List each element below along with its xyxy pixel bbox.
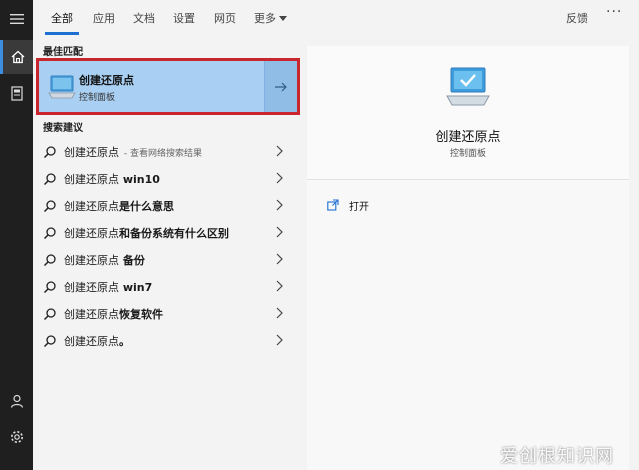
- details-header: 创建还原点 控制面板: [307, 46, 629, 180]
- tab-settings[interactable]: 设置: [173, 10, 195, 26]
- home-icon[interactable]: [0, 40, 33, 74]
- suggestion-item[interactable]: 创建还原点 win7: [33, 273, 301, 300]
- tab-all[interactable]: 全部: [51, 10, 73, 26]
- chevron-right-icon: [276, 280, 283, 292]
- suggestion-query: 创建还原点: [64, 254, 119, 267]
- open-action[interactable]: 打开: [327, 196, 527, 216]
- best-match-subtitle: 控制面板: [79, 93, 116, 103]
- suggestion-text: 创建还原点恢复软件: [64, 306, 163, 322]
- suggestion-query: 创建还原点: [64, 281, 119, 294]
- search-icon: [43, 254, 56, 267]
- details-subtitle: 控制面板: [449, 149, 486, 159]
- suggestion-item[interactable]: 创建还原点 win10: [33, 165, 301, 192]
- system-restore-icon: [446, 67, 490, 106]
- chevron-right-icon: [276, 145, 283, 157]
- user-icon[interactable]: [0, 384, 33, 418]
- best-match-result[interactable]: 创建还原点 控制面板: [36, 58, 300, 115]
- best-match-title: 创建还原点: [79, 74, 134, 87]
- suggestion-text: 创建还原点。: [64, 333, 130, 349]
- suggestion-completion: 。: [119, 335, 130, 348]
- tab-more[interactable]: 更多: [254, 10, 287, 26]
- suggestion-completion: 是什么意思: [119, 200, 174, 213]
- caret-down-icon: [279, 16, 287, 21]
- filter-tabs: 全部 应用 文档 设置 网页 更多 反馈 ···: [33, 0, 639, 36]
- tab-apps[interactable]: 应用: [93, 10, 115, 26]
- suggestion-web-hint: - 查看网络搜索结果: [121, 149, 202, 159]
- open-icon: [327, 199, 339, 211]
- best-match-heading: 最佳匹配: [43, 47, 83, 58]
- suggestion-completion: win10: [119, 173, 160, 186]
- chevron-right-icon: [276, 307, 283, 319]
- suggestion-item[interactable]: 创建还原点。: [33, 327, 301, 354]
- document-icon[interactable]: [0, 76, 33, 110]
- chevron-right-icon: [276, 226, 283, 238]
- suggestion-query: 创建还原点: [64, 227, 119, 240]
- search-panel: 全部 应用 文档 设置 网页 更多 反馈 ··· 最佳匹配 创建还原点 控制面板: [33, 0, 639, 470]
- suggestion-query: 创建还原点: [64, 335, 119, 348]
- open-action-label: 打开: [349, 202, 369, 213]
- search-icon: [43, 308, 56, 321]
- feedback-link[interactable]: 反馈: [566, 10, 588, 26]
- chevron-right-icon: [276, 199, 283, 211]
- suggestion-completion: 恢复软件: [119, 308, 163, 321]
- suggestion-item[interactable]: 创建还原点 - 查看网络搜索结果: [33, 138, 301, 165]
- suggestion-query: 创建还原点: [64, 146, 119, 159]
- suggestion-completion: 和备份系统有什么区别: [119, 227, 229, 240]
- suggestion-completion: 备份: [119, 254, 145, 267]
- suggestion-text: 创建还原点 备份: [64, 252, 145, 268]
- suggestion-item[interactable]: 创建还原点恢复软件: [33, 300, 301, 327]
- search-icon: [43, 335, 56, 348]
- active-tab-indicator: [45, 32, 79, 35]
- suggestion-query: 创建还原点: [64, 200, 119, 213]
- suggestion-item[interactable]: 创建还原点和备份系统有什么区别: [33, 219, 301, 246]
- suggestion-text: 创建还原点 win7: [64, 279, 152, 295]
- details-title: 创建还原点: [435, 130, 501, 145]
- watermark: 爱创根知识网: [500, 446, 614, 467]
- search-icon: [43, 281, 56, 294]
- tab-documents[interactable]: 文档: [133, 10, 155, 26]
- more-options-icon[interactable]: ···: [606, 4, 622, 20]
- best-match-body[interactable]: 创建还原点 控制面板: [39, 61, 264, 112]
- search-icon: [43, 173, 56, 186]
- suggestion-text: 创建还原点 win10: [64, 171, 160, 187]
- suggestion-query: 创建还原点: [64, 173, 119, 186]
- suggestion-text: 创建还原点和备份系统有什么区别: [64, 225, 229, 241]
- suggestion-item[interactable]: 创建还原点是什么意思: [33, 192, 301, 219]
- search-icon: [43, 227, 56, 240]
- suggestions-heading: 搜索建议: [43, 123, 83, 134]
- chevron-right-icon: [276, 334, 283, 346]
- search-icon: [43, 200, 56, 213]
- search-icon: [43, 146, 56, 159]
- tab-web[interactable]: 网页: [214, 10, 236, 26]
- chevron-right-icon: [276, 172, 283, 184]
- details-pane: 创建还原点 控制面板 打开: [307, 46, 629, 470]
- open-details-arrow-button[interactable]: [264, 61, 297, 112]
- suggestion-text: 创建还原点 - 查看网络搜索结果: [64, 144, 202, 160]
- results-column: 最佳匹配 创建还原点 控制面板 搜索建议 创建还原点 - 查看网络搜索结果 创建…: [33, 36, 301, 470]
- tab-more-label: 更多: [254, 12, 276, 25]
- suggestion-text: 创建还原点是什么意思: [64, 198, 174, 214]
- suggestion-completion: win7: [119, 281, 153, 294]
- chevron-right-icon: [276, 253, 283, 265]
- left-rail: [0, 0, 33, 470]
- suggestion-query: 创建还原点: [64, 308, 119, 321]
- settings-gear-icon[interactable]: [0, 420, 33, 454]
- system-restore-icon: [48, 75, 76, 99]
- arrow-right-icon: [275, 82, 287, 91]
- suggestion-item[interactable]: 创建还原点 备份: [33, 246, 301, 273]
- hamburger-menu-icon[interactable]: [0, 2, 33, 36]
